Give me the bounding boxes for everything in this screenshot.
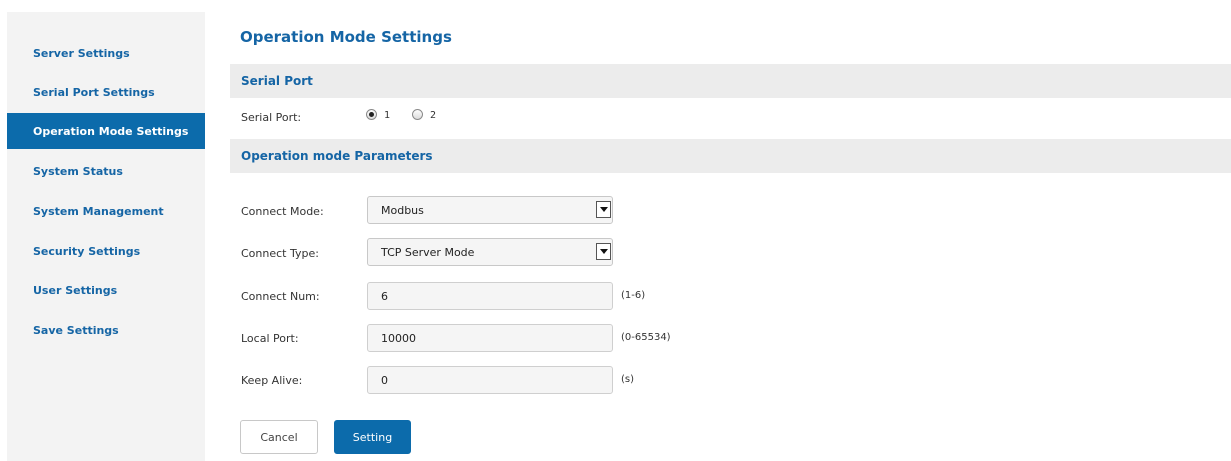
local-port-input[interactable] bbox=[367, 324, 613, 352]
connect-num-input[interactable] bbox=[367, 282, 613, 310]
chevron-down-icon[interactable] bbox=[596, 243, 611, 260]
keep-alive-input[interactable] bbox=[367, 366, 613, 394]
connect-mode-value: Modbus bbox=[381, 204, 424, 217]
connect-mode-select[interactable]: Modbus bbox=[367, 196, 613, 224]
serial-port-option-1-label: 1 bbox=[384, 110, 391, 121]
sidebar-item-system-management[interactable]: System Management bbox=[7, 193, 205, 229]
sidebar-item-server-settings[interactable]: Server Settings bbox=[7, 35, 205, 71]
serial-port-option-2-label: 2 bbox=[430, 110, 437, 121]
main-content: Operation Mode Settings Serial Port Seri… bbox=[230, 0, 1231, 461]
keep-alive-unit-hint: (s) bbox=[621, 374, 635, 385]
sidebar-item-security-settings[interactable]: Security Settings bbox=[7, 233, 205, 269]
section-header-serial-port: Serial Port bbox=[230, 64, 1231, 98]
serial-port-radio-1[interactable] bbox=[366, 109, 377, 120]
connect-type-label: Connect Type: bbox=[241, 247, 319, 260]
sidebar-item-operation-mode-settings[interactable]: Operation Mode Settings bbox=[7, 113, 205, 149]
serial-port-label: Serial Port: bbox=[241, 111, 302, 124]
sidebar-item-serial-port-settings[interactable]: Serial Port Settings bbox=[7, 74, 205, 110]
local-port-range-hint: (0-65534) bbox=[621, 332, 671, 343]
connect-type-select[interactable]: TCP Server Mode bbox=[367, 238, 613, 266]
sidebar-item-save-settings[interactable]: Save Settings bbox=[7, 312, 205, 348]
local-port-label: Local Port: bbox=[241, 332, 299, 345]
cancel-button[interactable]: Cancel bbox=[240, 420, 318, 454]
sidebar: Server Settings Serial Port Settings Ope… bbox=[7, 12, 205, 461]
connect-mode-label: Connect Mode: bbox=[241, 205, 324, 218]
page-title: Operation Mode Settings bbox=[240, 28, 452, 46]
chevron-down-icon[interactable] bbox=[596, 201, 611, 218]
connect-num-label: Connect Num: bbox=[241, 290, 320, 303]
connect-type-value: TCP Server Mode bbox=[381, 246, 475, 259]
section-header-operation-mode-parameters: Operation mode Parameters bbox=[230, 139, 1231, 173]
keep-alive-label: Keep Alive: bbox=[241, 374, 303, 387]
sidebar-item-user-settings[interactable]: User Settings bbox=[7, 272, 205, 308]
sidebar-item-system-status[interactable]: System Status bbox=[7, 153, 205, 189]
setting-button[interactable]: Setting bbox=[334, 420, 411, 454]
serial-port-radio-2[interactable] bbox=[412, 109, 423, 120]
connect-num-range-hint: (1-6) bbox=[621, 290, 646, 301]
